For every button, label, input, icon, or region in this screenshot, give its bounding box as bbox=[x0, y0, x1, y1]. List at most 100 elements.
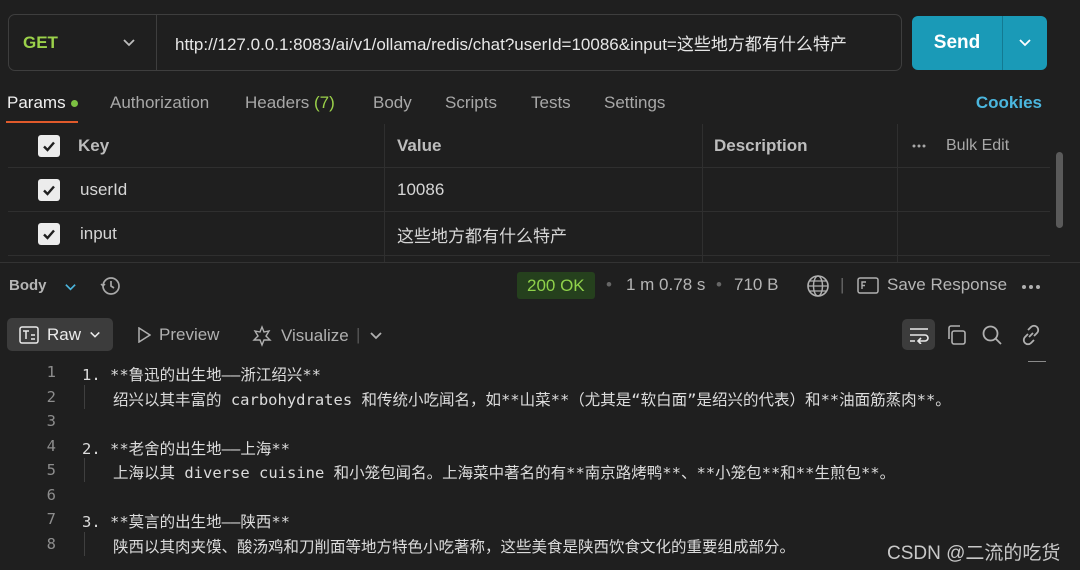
visualize-label: Visualize bbox=[281, 326, 349, 345]
response-toolbar: Raw Preview Visualize | bbox=[0, 314, 1080, 356]
scrollbar[interactable] bbox=[1056, 152, 1063, 228]
line-text: 绍兴以其丰富的 carbohydrates 和传统小吃闻名，如**山菜**（尤其… bbox=[113, 390, 951, 409]
line-text: 陕西以其肉夹馍、酸汤鸡和刀削面等地方特色小吃著称，这些美食是陕西饮食文化的重要组… bbox=[113, 537, 796, 556]
code-line: 5 上海以其 diverse cuisine 和小笼包闻名。上海菜中著名的有**… bbox=[0, 458, 1080, 482]
check-icon bbox=[43, 185, 55, 196]
save-response-icon bbox=[857, 277, 879, 294]
link-icon[interactable] bbox=[1019, 324, 1043, 346]
param-key[interactable]: userId bbox=[80, 168, 127, 212]
send-button-group: Send bbox=[912, 16, 1047, 70]
param-checkbox[interactable] bbox=[38, 168, 60, 212]
code-line: 6 bbox=[0, 483, 1080, 507]
visualize-icon bbox=[252, 325, 272, 347]
param-value[interactable]: 这些地方都有什么特产 bbox=[397, 212, 567, 256]
more-icon[interactable] bbox=[912, 124, 926, 168]
wrap-icon bbox=[909, 327, 929, 344]
code-line: 3 bbox=[0, 409, 1080, 433]
method-label: GET bbox=[23, 32, 58, 52]
params-header-row: Key Value Description Bulk Edit bbox=[8, 124, 1050, 168]
chevron-down-icon bbox=[1019, 39, 1031, 47]
preview-label: Preview bbox=[159, 325, 220, 344]
check-icon bbox=[43, 229, 55, 240]
headers-count: (7) bbox=[314, 93, 335, 112]
param-key[interactable]: input bbox=[80, 212, 117, 256]
separator: | bbox=[356, 325, 361, 344]
save-response-button[interactable]: Save Response bbox=[887, 275, 1007, 295]
chevron-down-icon bbox=[90, 331, 100, 338]
tab-tests[interactable]: Tests bbox=[531, 93, 571, 113]
line-text: 上海以其 diverse cuisine 和小笼包闻名。上海菜中著名的有**南京… bbox=[113, 464, 896, 482]
preview-button[interactable]: Preview bbox=[137, 325, 219, 345]
history-icon[interactable] bbox=[100, 275, 122, 297]
search-icon[interactable] bbox=[981, 324, 1003, 346]
format-label: Raw bbox=[47, 324, 82, 344]
status-badge: 200 OK bbox=[517, 272, 595, 299]
select-all-checkbox[interactable] bbox=[38, 124, 60, 168]
format-select[interactable]: Raw bbox=[7, 318, 113, 351]
param-row: userId 10086 bbox=[8, 168, 1050, 212]
response-status-bar: Body 200 OK • 1 m 0.78 s • 710 B | Save … bbox=[0, 262, 1080, 308]
tab-body[interactable]: Body bbox=[373, 93, 412, 113]
wrap-lines-button[interactable] bbox=[902, 319, 935, 350]
checkbox-checked bbox=[38, 179, 60, 201]
param-value[interactable]: 10086 bbox=[397, 168, 444, 212]
line-number: 5 bbox=[46, 461, 56, 479]
active-tab-indicator bbox=[6, 121, 78, 123]
tab-params[interactable]: Params bbox=[7, 93, 78, 113]
text-format-icon bbox=[19, 325, 39, 344]
code-line: 2 绍兴以其丰富的 carbohydrates 和传统小吃闻名，如**山菜**（… bbox=[0, 384, 1080, 409]
line-number: 3 bbox=[46, 412, 56, 430]
cookies-link[interactable]: Cookies bbox=[976, 93, 1042, 113]
code-line: 7 3. **莫言的出生地——陕西** bbox=[0, 507, 1080, 531]
bulk-edit-button[interactable]: Bulk Edit bbox=[946, 124, 1009, 168]
key-header: Key bbox=[78, 136, 110, 155]
line-number: 8 bbox=[46, 534, 56, 553]
params-table: Key Value Description Bulk Edit userId 1… bbox=[8, 124, 1050, 262]
more-icon[interactable] bbox=[1021, 284, 1041, 290]
play-icon bbox=[138, 327, 151, 343]
separator: | bbox=[840, 275, 845, 294]
url-input[interactable] bbox=[157, 15, 901, 70]
send-options-button[interactable] bbox=[1003, 16, 1047, 70]
tab-settings[interactable]: Settings bbox=[604, 93, 665, 113]
indent-guide bbox=[84, 384, 85, 409]
watermark: CSDN @二流的吃货 bbox=[887, 543, 1061, 564]
chevron-down-icon[interactable] bbox=[369, 329, 383, 343]
line-text: 1. **鲁迅的出生地——浙江绍兴** bbox=[82, 366, 321, 384]
separator-dot: • bbox=[716, 275, 722, 294]
line-number: 1 bbox=[46, 363, 56, 381]
line-number: 6 bbox=[46, 485, 56, 504]
line-number: 4 bbox=[46, 436, 56, 455]
response-time: 1 m 0.78 s bbox=[626, 275, 706, 294]
checkbox-checked bbox=[38, 135, 60, 157]
line-number: 7 bbox=[46, 510, 56, 528]
copy-icon[interactable] bbox=[945, 324, 967, 346]
indent-guide bbox=[84, 458, 85, 482]
value-header: Value bbox=[397, 136, 442, 155]
tab-authorization[interactable]: Authorization bbox=[110, 93, 209, 113]
indent-guide bbox=[84, 531, 85, 556]
tab-params-label: Params bbox=[7, 93, 66, 112]
checkbox-checked bbox=[38, 223, 60, 245]
params-active-dot bbox=[70, 100, 78, 108]
code-line: 1 1. **鲁迅的出生地——浙江绍兴** bbox=[0, 360, 1080, 384]
separator-dot: • bbox=[606, 275, 612, 294]
visualize-button[interactable]: Visualize bbox=[251, 325, 349, 347]
method-select[interactable]: GET bbox=[9, 15, 157, 70]
chevron-down-icon[interactable] bbox=[64, 281, 77, 294]
send-button[interactable]: Send bbox=[912, 16, 1002, 70]
url-bar: GET bbox=[8, 14, 902, 71]
code-line: 4 2. **老舍的出生地——上海** bbox=[0, 434, 1080, 458]
tab-scripts[interactable]: Scripts bbox=[445, 93, 497, 113]
param-row: input 这些地方都有什么特产 bbox=[8, 212, 1050, 256]
response-body-label: Body bbox=[9, 277, 47, 294]
line-number: 2 bbox=[46, 387, 56, 406]
chevron-down-icon bbox=[123, 39, 135, 47]
globe-icon[interactable] bbox=[806, 274, 830, 298]
tab-headers-label: Headers bbox=[245, 93, 310, 112]
line-text: 2. **老舍的出生地——上海** bbox=[82, 439, 290, 458]
description-header: Description bbox=[714, 136, 808, 155]
tab-headers[interactable]: Headers (7) bbox=[245, 93, 335, 113]
param-checkbox[interactable] bbox=[38, 212, 60, 256]
line-text: 3. **莫言的出生地——陕西** bbox=[82, 513, 290, 531]
